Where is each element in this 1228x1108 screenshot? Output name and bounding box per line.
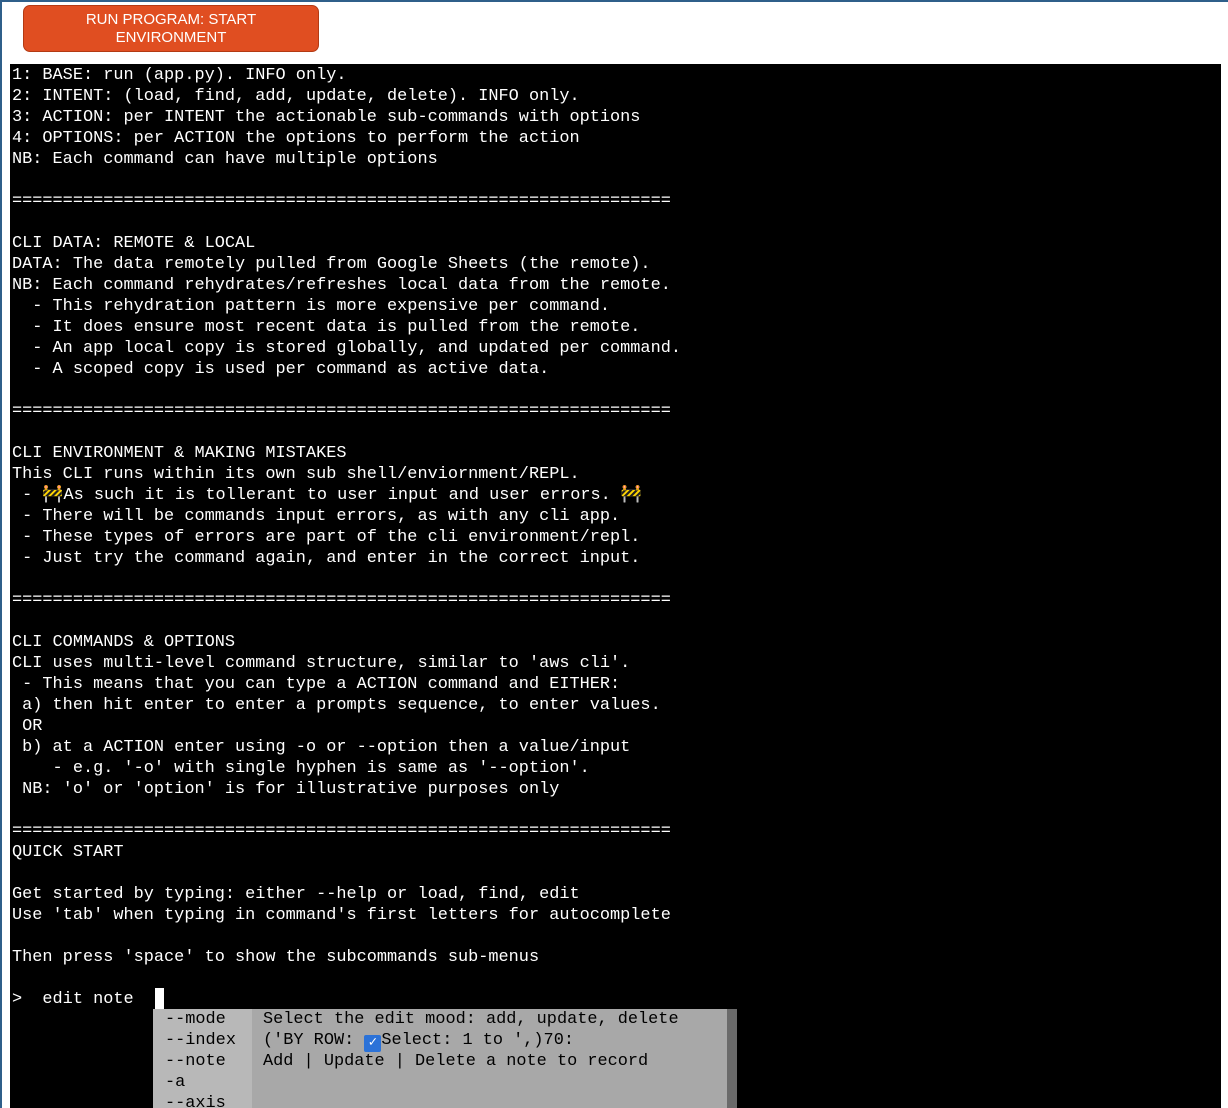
run-program-button-label: RUN PROGRAM: START ENVIRONMENT [85,10,257,46]
terminal-output: 1: BASE: run (app.py). INFO only. 2: INT… [12,66,681,967]
terminal-window[interactable]: 1: BASE: run (app.py). INFO only. 2: INT… [10,64,1221,1108]
completion-option-axis[interactable]: --axis [165,1093,226,1108]
completion-meta-index-suffix: Select: 1 to ',)70: [381,1031,574,1050]
run-program-button[interactable]: RUN PROGRAM: START ENVIRONMENT [23,5,319,52]
completion-menu-scrollbar[interactable] [727,1009,737,1108]
frame-border-left [0,0,2,1108]
completion-meta-mode: Select the edit mood: add, update, delet… [263,1010,679,1029]
completion-meta-index: ('BY ROW: ✓ Select: 1 to ',)70: [263,1030,574,1052]
completion-meta-note: Add | Update | Delete a note to record [263,1052,649,1071]
completion-option-note[interactable]: --note [165,1051,226,1072]
terminal-cursor [155,988,164,1009]
checkmark-icon: ✓ [364,1035,382,1052]
completion-menu[interactable]: --mode --index --note -a --axis Select t… [153,1009,737,1108]
frame-border-top [0,0,1228,2]
terminal-prompt: > edit note [12,990,144,1009]
completion-option-mode[interactable]: --mode [165,1009,226,1030]
completion-meta-index-prefix: ('BY ROW: [263,1031,365,1050]
completion-option-a[interactable]: -a [165,1072,185,1093]
completion-option-index[interactable]: --index [165,1030,236,1051]
